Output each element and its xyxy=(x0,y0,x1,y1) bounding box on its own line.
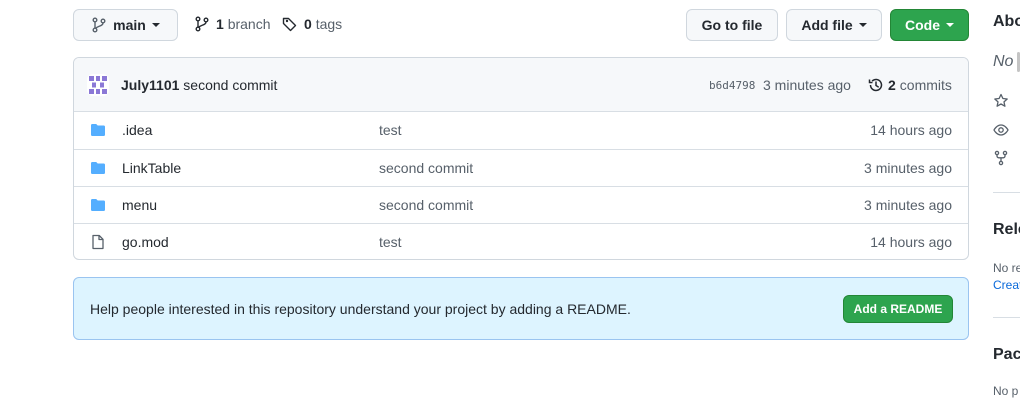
branch-select-button[interactable]: main xyxy=(73,9,178,41)
add-readme-button[interactable]: Add a README xyxy=(843,295,953,323)
packages-heading: Pack xyxy=(993,346,1020,363)
commit-message[interactable]: second commit xyxy=(183,77,277,93)
branch-label: main xyxy=(113,17,146,33)
code-label: Code xyxy=(905,17,940,33)
commit-hash[interactable]: b6d4798 xyxy=(709,79,755,92)
latest-commit-bar: July1101 second commit b6d4798 3 minutes… xyxy=(74,58,968,112)
tag-icon xyxy=(282,17,297,32)
releases-heading: Rele xyxy=(993,221,1020,238)
about-text: No d xyxy=(993,53,1020,70)
file-commit-message[interactable]: second commit xyxy=(379,160,473,176)
folder-icon xyxy=(91,162,105,174)
file-age: 3 minutes ago xyxy=(864,197,952,213)
create-release-link[interactable]: Creat xyxy=(993,278,1020,292)
file-icon xyxy=(92,234,104,250)
file-name[interactable]: .idea xyxy=(122,122,152,138)
branches-label: branch xyxy=(227,16,271,32)
branches-count: 1 xyxy=(216,16,224,32)
file-commit-message[interactable]: second commit xyxy=(379,197,473,213)
file-name[interactable]: menu xyxy=(122,197,157,213)
fork-icon xyxy=(994,150,1008,166)
tags-link[interactable]: 0 tags xyxy=(282,16,342,32)
sidebar-divider xyxy=(993,192,1020,193)
git-branch-icon xyxy=(195,16,209,32)
readme-banner: Help people interested in this repositor… xyxy=(73,277,969,340)
git-branch-icon xyxy=(92,17,106,33)
add-file-button[interactable]: Add file xyxy=(786,9,882,41)
file-name[interactable]: LinkTable xyxy=(122,160,181,176)
file-row[interactable]: LinkTable second commit 3 minutes ago xyxy=(74,149,968,186)
file-commit-message[interactable]: test xyxy=(379,234,402,250)
readme-banner-text: Help people interested in this repositor… xyxy=(90,301,631,317)
commits-count: 2 xyxy=(888,77,896,93)
packages-text: No p xyxy=(993,384,1019,398)
go-to-file-button[interactable]: Go to file xyxy=(686,9,778,41)
file-row[interactable]: .idea test 14 hours ago xyxy=(74,112,968,149)
chevron-down-icon xyxy=(858,23,867,27)
file-row[interactable]: go.mod test 14 hours ago xyxy=(74,223,968,259)
commits-label: commits xyxy=(899,77,952,93)
tags-label: tags xyxy=(315,16,343,32)
file-commit-message[interactable]: test xyxy=(379,122,402,138)
file-browser: July1101 second commit b6d4798 3 minutes… xyxy=(73,57,969,260)
branches-link[interactable]: 1 branch xyxy=(194,16,271,32)
avatar[interactable] xyxy=(87,74,109,96)
commit-author[interactable]: July1101 xyxy=(121,77,179,93)
folder-icon xyxy=(91,199,105,211)
file-name[interactable]: go.mod xyxy=(122,234,169,250)
commit-time: 3 minutes ago xyxy=(763,77,851,93)
releases-text: No re xyxy=(993,261,1020,275)
go-to-file-label: Go to file xyxy=(701,17,763,33)
file-row[interactable]: menu second commit 3 minutes ago xyxy=(74,186,968,223)
chevron-down-icon xyxy=(151,23,160,27)
about-heading: Abo xyxy=(993,13,1020,30)
tags-count: 0 xyxy=(304,16,312,32)
chevron-down-icon xyxy=(946,23,954,27)
sidebar-divider xyxy=(993,317,1020,318)
file-age: 3 minutes ago xyxy=(864,160,952,176)
add-readme-label: Add a README xyxy=(853,302,943,316)
folder-icon xyxy=(91,124,105,136)
file-age: 14 hours ago xyxy=(870,234,952,250)
code-button[interactable]: Code xyxy=(890,9,969,41)
star-icon xyxy=(994,93,1008,107)
eye-icon xyxy=(993,124,1009,136)
history-icon xyxy=(868,78,883,92)
add-file-label: Add file xyxy=(801,17,853,33)
file-age: 14 hours ago xyxy=(870,122,952,138)
commits-link[interactable]: 2 commits xyxy=(868,77,952,93)
